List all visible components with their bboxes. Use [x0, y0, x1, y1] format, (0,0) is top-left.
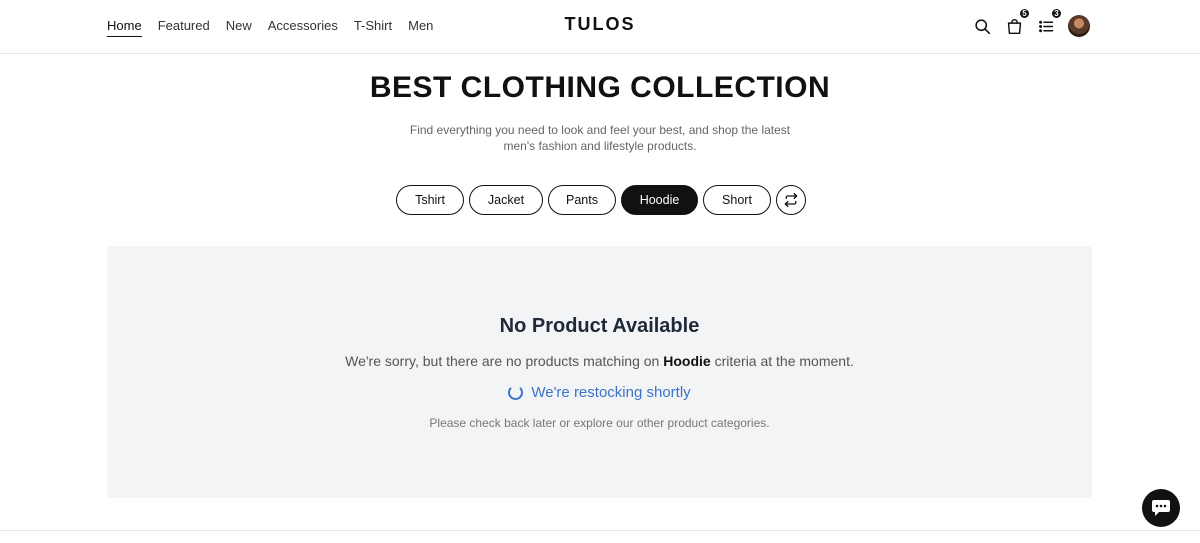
restock-text: We're restocking shortly [531, 384, 691, 401]
page-title: BEST CLOTHING COLLECTION [369, 71, 831, 104]
list-count-badge: 3 [1051, 8, 1062, 19]
category-tshirt[interactable]: Tshirt [396, 185, 464, 215]
empty-message-category: Hoodie [663, 353, 711, 369]
section-divider [0, 530, 1200, 531]
header-actions: 5 3 [970, 8, 1090, 38]
category-filter: Tshirt Jacket Pants Hoodie Short [396, 185, 806, 215]
brand-logo-text[interactable]: TULOS [565, 14, 636, 35]
empty-state-message: We're sorry, but there are no products m… [107, 353, 1092, 369]
list-icon[interactable]: 3 [1034, 8, 1062, 38]
site-header: Home Featured New Accessories T-Shirt Me… [0, 0, 1200, 54]
empty-message-suffix: criteria at the moment. [714, 353, 854, 369]
user-avatar[interactable] [1068, 15, 1090, 37]
empty-message-prefix: We're sorry, but there are no products m… [345, 353, 660, 369]
loading-spinner-icon [508, 385, 524, 400]
category-short[interactable]: Short [703, 185, 771, 215]
swap-icon [784, 192, 798, 208]
cart-count-badge: 5 [1019, 8, 1030, 19]
empty-state-title: No Product Available [499, 315, 700, 337]
category-jacket[interactable]: Jacket [469, 185, 543, 215]
chat-button[interactable] [1142, 489, 1180, 527]
restock-status: We're restocking shortly [107, 384, 1092, 401]
page-subtitle: Find everything you need to look and fee… [400, 122, 800, 154]
empty-state-panel: No Product Available We're sorry, but th… [107, 246, 1092, 498]
swap-categories-button[interactable] [776, 185, 806, 215]
subtitle-line-2: men's fashion and lifestyle products. [503, 139, 697, 153]
chat-icon [1152, 500, 1170, 516]
subtitle-line-1: Find everything you need to look and fee… [409, 123, 791, 137]
category-pants[interactable]: Pants [548, 185, 616, 215]
search-icon[interactable] [970, 14, 994, 38]
category-hoodie[interactable]: Hoodie [621, 185, 698, 215]
empty-state-hint: Please check back later or explore our o… [429, 416, 770, 430]
shopping-bag-icon[interactable]: 5 [1002, 8, 1030, 38]
